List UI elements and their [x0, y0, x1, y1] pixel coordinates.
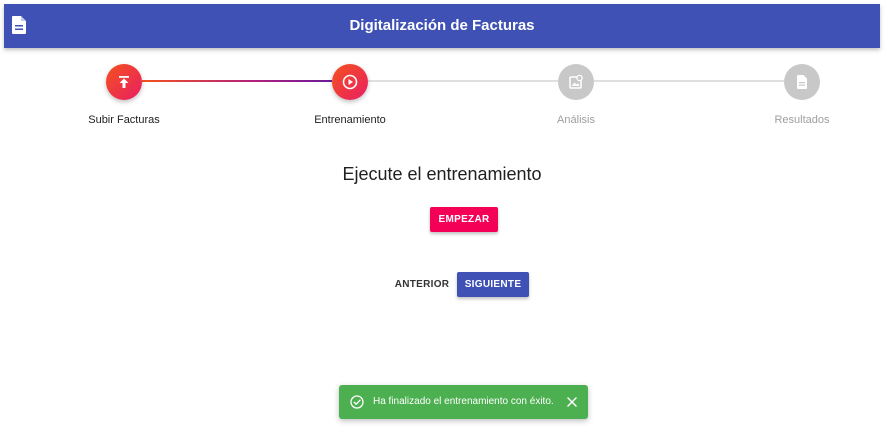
check-circle-icon: [350, 395, 364, 409]
start-button[interactable]: EMPEZAR: [430, 207, 498, 232]
play-icon: [342, 74, 358, 90]
step-label: Subir Facturas: [88, 114, 160, 126]
document-icon: [797, 75, 807, 89]
step-label: Entrenamiento: [314, 114, 386, 126]
success-snackbar: Ha finalizado el entrenamiento con éxito…: [339, 385, 588, 419]
next-button[interactable]: SIGUIENTE: [457, 272, 529, 297]
image-analysis-icon: [569, 74, 583, 89]
step-resultados[interactable]: Resultados: [732, 64, 872, 126]
upload-icon: [119, 76, 129, 88]
step-circle[interactable]: [106, 64, 142, 100]
step-circle[interactable]: [784, 64, 820, 100]
step-label: Resultados: [774, 114, 830, 126]
close-icon[interactable]: [567, 397, 577, 407]
step-label: Análisis: [557, 114, 595, 126]
app-bar: Digitalización de Facturas: [4, 4, 880, 48]
step-entrenamiento[interactable]: Entrenamiento: [280, 64, 420, 126]
step-circle[interactable]: [332, 64, 368, 100]
stepper: Subir Facturas Entrenamiento Análisis Re…: [4, 48, 880, 138]
step-circle[interactable]: [558, 64, 594, 100]
previous-button[interactable]: ANTERIOR: [392, 272, 452, 297]
section-heading: Ejecute el entrenamiento: [342, 164, 542, 184]
app-window: Digitalización de Facturas Subir Factura…: [4, 4, 880, 427]
step-analisis[interactable]: Análisis: [506, 64, 646, 126]
step-subir-facturas[interactable]: Subir Facturas: [54, 64, 194, 126]
snackbar-message: Ha finalizado el entrenamiento con éxito…: [373, 396, 554, 407]
app-title: Digitalización de Facturas: [349, 17, 535, 34]
